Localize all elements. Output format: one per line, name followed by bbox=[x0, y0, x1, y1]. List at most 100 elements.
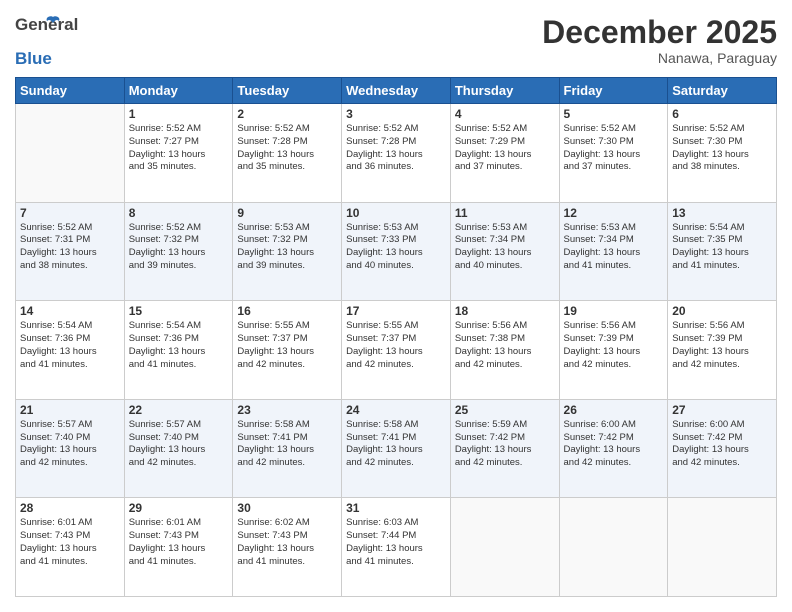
day-info: Sunrise: 5:57 AMSunset: 7:40 PMDaylight:… bbox=[129, 419, 229, 470]
calendar-cell: 22 Sunrise: 5:57 AMSunset: 7:40 PMDayligh… bbox=[124, 399, 233, 498]
calendar-header-thursday: Thursday bbox=[450, 78, 559, 104]
day-number: 13 bbox=[672, 206, 772, 220]
calendar-cell bbox=[559, 498, 668, 597]
day-number: 18 bbox=[455, 304, 555, 318]
calendar: SundayMondayTuesdayWednesdayThursdayFrid… bbox=[15, 77, 777, 597]
header: General Blue December 2025 Nanawa, Parag… bbox=[15, 15, 777, 69]
calendar-cell: 11 Sunrise: 5:53 AMSunset: 7:34 PMDayligh… bbox=[450, 202, 559, 301]
day-number: 22 bbox=[129, 403, 229, 417]
calendar-cell: 26 Sunrise: 6:00 AMSunset: 7:42 PMDayligh… bbox=[559, 399, 668, 498]
title-section: December 2025 Nanawa, Paraguay bbox=[542, 15, 777, 66]
location: Nanawa, Paraguay bbox=[542, 50, 777, 66]
day-number: 8 bbox=[129, 206, 229, 220]
day-number: 27 bbox=[672, 403, 772, 417]
day-info: Sunrise: 5:59 AMSunset: 7:42 PMDaylight:… bbox=[455, 419, 555, 470]
page: General Blue December 2025 Nanawa, Parag… bbox=[0, 0, 792, 612]
day-info: Sunrise: 5:58 AMSunset: 7:41 PMDaylight:… bbox=[237, 419, 337, 470]
calendar-week-row: 28Sunrise: 6:01 AMSunset: 7:43 PMDayligh… bbox=[16, 498, 777, 597]
calendar-cell: 5Sunrise: 5:52 AMSunset: 7:30 PMDaylight… bbox=[559, 104, 668, 203]
calendar-cell: 9 Sunrise: 5:53 AMSunset: 7:32 PMDaylight… bbox=[233, 202, 342, 301]
calendar-cell: 4Sunrise: 5:52 AMSunset: 7:29 PMDaylight… bbox=[450, 104, 559, 203]
day-info: Sunrise: 5:52 AMSunset: 7:27 PMDaylight:… bbox=[129, 123, 229, 174]
day-info: Sunrise: 5:52 AMSunset: 7:30 PMDaylight:… bbox=[672, 123, 772, 174]
calendar-header-tuesday: Tuesday bbox=[233, 78, 342, 104]
day-info: Sunrise: 5:54 AMSunset: 7:35 PMDaylight:… bbox=[672, 222, 772, 273]
calendar-cell: 24 Sunrise: 5:58 AMSunset: 7:41 PMDayligh… bbox=[342, 399, 451, 498]
day-number: 26 bbox=[564, 403, 664, 417]
day-info: Sunrise: 5:56 AMSunset: 7:39 PMDaylight:… bbox=[672, 320, 772, 371]
calendar-cell: 23Sunrise: 5:58 AMSunset: 7:41 PMDayligh… bbox=[233, 399, 342, 498]
calendar-week-row: 21 Sunrise: 5:57 AMSunset: 7:40 PMDayligh… bbox=[16, 399, 777, 498]
day-info: Sunrise: 5:53 AMSunset: 7:32 PMDaylight:… bbox=[237, 222, 337, 273]
calendar-cell bbox=[668, 498, 777, 597]
day-info: Sunrise: 5:52 AMSunset: 7:29 PMDaylight:… bbox=[455, 123, 555, 174]
day-number: 19 bbox=[564, 304, 664, 318]
day-number: 9 bbox=[237, 206, 337, 220]
calendar-cell: 16 Sunrise: 5:55 AMSunset: 7:37 PMDayligh… bbox=[233, 301, 342, 400]
calendar-header-monday: Monday bbox=[124, 78, 233, 104]
day-info: Sunrise: 5:53 AMSunset: 7:34 PMDaylight:… bbox=[455, 222, 555, 273]
day-info: Sunrise: 6:03 AMSunset: 7:44 PMDaylight:… bbox=[346, 517, 446, 568]
calendar-cell: 14Sunrise: 5:54 AMSunset: 7:36 PMDayligh… bbox=[16, 301, 125, 400]
month-title: December 2025 bbox=[542, 15, 777, 50]
calendar-cell: 1Sunrise: 5:52 AMSunset: 7:27 PMDaylight… bbox=[124, 104, 233, 203]
calendar-cell: 29 Sunrise: 6:01 AMSunset: 7:43 PMDayligh… bbox=[124, 498, 233, 597]
day-number: 15 bbox=[129, 304, 229, 318]
calendar-cell: 13 Sunrise: 5:54 AMSunset: 7:35 PMDayligh… bbox=[668, 202, 777, 301]
day-info: Sunrise: 5:53 AMSunset: 7:33 PMDaylight:… bbox=[346, 222, 446, 273]
day-info: Sunrise: 5:58 AMSunset: 7:41 PMDaylight:… bbox=[346, 419, 446, 470]
day-info: Sunrise: 5:56 AMSunset: 7:39 PMDaylight:… bbox=[564, 320, 664, 371]
calendar-cell: 6Sunrise: 5:52 AMSunset: 7:30 PMDaylight… bbox=[668, 104, 777, 203]
day-info: Sunrise: 5:53 AMSunset: 7:34 PMDaylight:… bbox=[564, 222, 664, 273]
calendar-week-row: 1Sunrise: 5:52 AMSunset: 7:27 PMDaylight… bbox=[16, 104, 777, 203]
calendar-week-row: 7 Sunrise: 5:52 AMSunset: 7:31 PMDaylight… bbox=[16, 202, 777, 301]
day-info: Sunrise: 6:01 AMSunset: 7:43 PMDaylight:… bbox=[129, 517, 229, 568]
day-number: 11 bbox=[455, 206, 555, 220]
day-info: Sunrise: 5:55 AMSunset: 7:37 PMDaylight:… bbox=[237, 320, 337, 371]
calendar-header-saturday: Saturday bbox=[668, 78, 777, 104]
day-number: 16 bbox=[237, 304, 337, 318]
day-info: Sunrise: 5:52 AMSunset: 7:31 PMDaylight:… bbox=[20, 222, 120, 273]
calendar-cell: 31 Sunrise: 6:03 AMSunset: 7:44 PMDayligh… bbox=[342, 498, 451, 597]
calendar-cell: 3 Sunrise: 5:52 AMSunset: 7:28 PMDaylight… bbox=[342, 104, 451, 203]
calendar-header-sunday: Sunday bbox=[16, 78, 125, 104]
day-number: 10 bbox=[346, 206, 446, 220]
day-number: 17 bbox=[346, 304, 446, 318]
day-info: Sunrise: 5:52 AMSunset: 7:30 PMDaylight:… bbox=[564, 123, 664, 174]
day-number: 2 bbox=[237, 107, 337, 121]
logo-bird-icon bbox=[45, 15, 61, 31]
calendar-cell: 17 Sunrise: 5:55 AMSunset: 7:37 PMDayligh… bbox=[342, 301, 451, 400]
day-info: Sunrise: 5:52 AMSunset: 7:28 PMDaylight:… bbox=[237, 123, 337, 174]
day-info: Sunrise: 6:02 AMSunset: 7:43 PMDaylight:… bbox=[237, 517, 337, 568]
day-info: Sunrise: 5:52 AMSunset: 7:32 PMDaylight:… bbox=[129, 222, 229, 273]
day-number: 3 bbox=[346, 107, 446, 121]
day-number: 7 bbox=[20, 206, 120, 220]
day-number: 31 bbox=[346, 501, 446, 515]
calendar-cell: 2 Sunrise: 5:52 AMSunset: 7:28 PMDaylight… bbox=[233, 104, 342, 203]
day-info: Sunrise: 6:00 AMSunset: 7:42 PMDaylight:… bbox=[564, 419, 664, 470]
day-number: 20 bbox=[672, 304, 772, 318]
calendar-cell bbox=[450, 498, 559, 597]
day-info: Sunrise: 6:00 AMSunset: 7:42 PMDaylight:… bbox=[672, 419, 772, 470]
day-number: 21 bbox=[20, 403, 120, 417]
calendar-body: 1Sunrise: 5:52 AMSunset: 7:27 PMDaylight… bbox=[16, 104, 777, 597]
calendar-cell: 10 Sunrise: 5:53 AMSunset: 7:33 PMDayligh… bbox=[342, 202, 451, 301]
calendar-header-wednesday: Wednesday bbox=[342, 78, 451, 104]
calendar-cell: 12Sunrise: 5:53 AMSunset: 7:34 PMDayligh… bbox=[559, 202, 668, 301]
calendar-cell: 7 Sunrise: 5:52 AMSunset: 7:31 PMDaylight… bbox=[16, 202, 125, 301]
calendar-cell: 15Sunrise: 5:54 AMSunset: 7:36 PMDayligh… bbox=[124, 301, 233, 400]
calendar-cell: 8 Sunrise: 5:52 AMSunset: 7:32 PMDaylight… bbox=[124, 202, 233, 301]
logo-blue-text: Blue bbox=[15, 49, 52, 69]
calendar-cell: 19 Sunrise: 5:56 AMSunset: 7:39 PMDayligh… bbox=[559, 301, 668, 400]
calendar-cell: 28Sunrise: 6:01 AMSunset: 7:43 PMDayligh… bbox=[16, 498, 125, 597]
day-number: 24 bbox=[346, 403, 446, 417]
day-number: 30 bbox=[237, 501, 337, 515]
day-number: 25 bbox=[455, 403, 555, 417]
day-number: 14 bbox=[20, 304, 120, 318]
day-number: 29 bbox=[129, 501, 229, 515]
day-info: Sunrise: 5:52 AMSunset: 7:28 PMDaylight:… bbox=[346, 123, 446, 174]
calendar-cell: 20 Sunrise: 5:56 AMSunset: 7:39 PMDayligh… bbox=[668, 301, 777, 400]
day-info: Sunrise: 5:55 AMSunset: 7:37 PMDaylight:… bbox=[346, 320, 446, 371]
calendar-header-row: SundayMondayTuesdayWednesdayThursdayFrid… bbox=[16, 78, 777, 104]
day-info: Sunrise: 5:57 AMSunset: 7:40 PMDaylight:… bbox=[20, 419, 120, 470]
